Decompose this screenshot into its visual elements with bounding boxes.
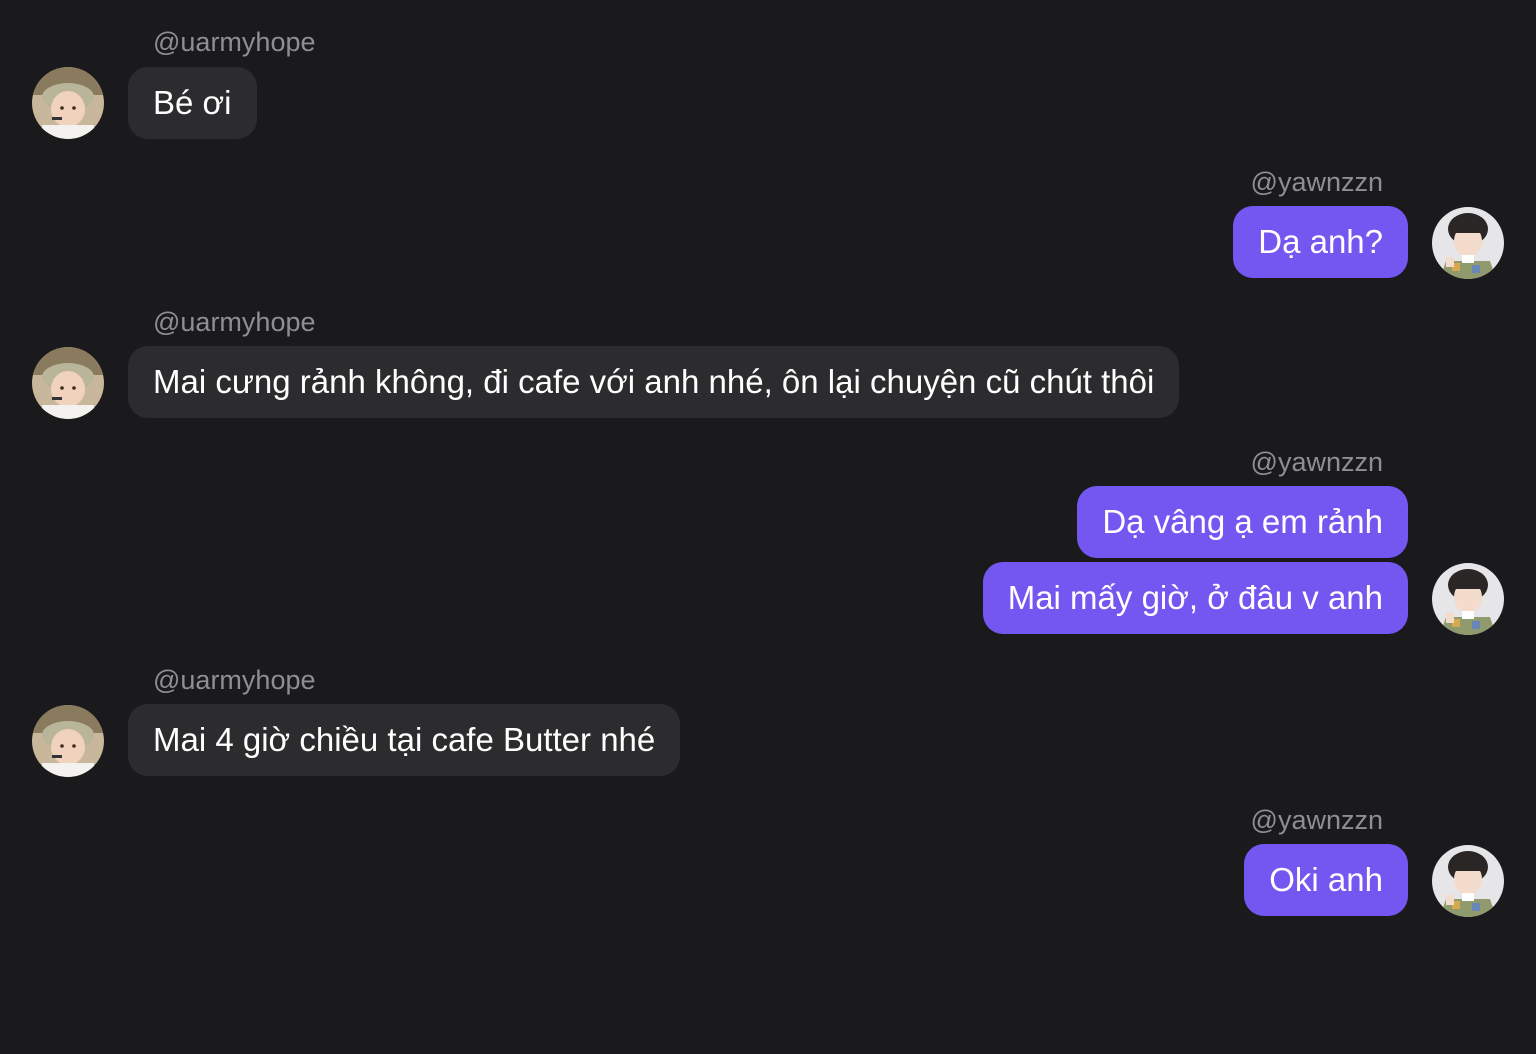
sender-username[interactable]: @yawnzzn <box>1251 804 1383 836</box>
sender-username[interactable]: @uarmyhope <box>153 306 316 338</box>
avatar-uarmyhope-icon[interactable] <box>32 347 104 419</box>
sender-username[interactable]: @yawnzzn <box>1251 166 1383 198</box>
message-bubble[interactable]: Dạ anh? <box>1233 206 1408 278</box>
avatar-yawnzzn-icon[interactable] <box>1432 845 1504 917</box>
message-bubble[interactable]: Bé ơi <box>128 67 257 139</box>
message-bubble[interactable]: Oki anh <box>1244 844 1408 916</box>
avatar-uarmyhope-icon[interactable] <box>32 705 104 777</box>
chat-thread: @uarmyhope Bé ơi @yawnzzn Dạ anh? @uarmy… <box>0 0 1536 1054</box>
avatar-yawnzzn-icon[interactable] <box>1432 563 1504 635</box>
sender-username[interactable]: @uarmyhope <box>153 26 316 58</box>
message-bubble[interactable]: Dạ vâng ạ em rảnh <box>1077 486 1408 558</box>
sender-username[interactable]: @uarmyhope <box>153 664 316 696</box>
message-bubble[interactable]: Mai cưng rảnh không, đi cafe với anh nhé… <box>128 346 1180 418</box>
message-bubble[interactable]: Mai mấy giờ, ở đâu v anh <box>982 562 1408 634</box>
avatar-yawnzzn-icon[interactable] <box>1432 207 1504 279</box>
message-bubble[interactable]: Mai 4 giờ chiều tại cafe Butter nhé <box>128 704 681 776</box>
sender-username[interactable]: @yawnzzn <box>1251 446 1383 478</box>
avatar-uarmyhope-icon[interactable] <box>32 67 104 139</box>
